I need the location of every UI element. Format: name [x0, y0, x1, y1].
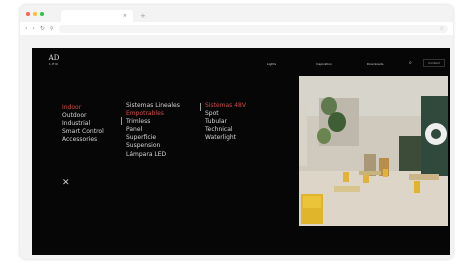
browser-window: × + ‹ › ↻ ⚲ ☆ AD LED Lights Inspiration …: [20, 5, 453, 259]
back-icon[interactable]: ‹: [25, 25, 27, 32]
menu-item-smart-control[interactable]: Smart Control: [62, 128, 104, 136]
contact-button-label: Contact: [428, 61, 440, 65]
hero-image-illustration: [299, 76, 448, 226]
logo-sub: LED: [49, 62, 59, 66]
search-icon: ⚲: [49, 25, 54, 32]
menu-item-tubular[interactable]: Tubular: [205, 118, 246, 126]
reload-icon[interactable]: ↻: [40, 25, 45, 32]
browser-titlebar: × +: [20, 5, 453, 22]
menu-column-categories: Indoor Outdoor Industrial Smart Control …: [62, 104, 104, 144]
menu-item-spot[interactable]: Spot: [205, 110, 246, 118]
topnav-downloads[interactable]: Downloads: [367, 62, 383, 66]
maximize-window-dot[interactable]: [40, 11, 44, 16]
close-window-dot[interactable]: [26, 11, 30, 16]
hero-image: [299, 76, 448, 226]
menu-item-lampara-led[interactable]: Lámpara LED: [126, 151, 180, 159]
menu-item-sistemas-lineales[interactable]: Sistemas Lineales: [126, 102, 180, 110]
forward-icon[interactable]: ›: [32, 25, 34, 32]
tab-close-icon[interactable]: ×: [123, 13, 127, 19]
logo-main: AD: [48, 54, 60, 62]
new-tab-icon[interactable]: +: [140, 12, 146, 20]
address-bar[interactable]: ☆: [58, 24, 448, 33]
menu-item-suspension[interactable]: Suspension: [126, 142, 180, 150]
menu-item-trimless[interactable]: Trimless: [126, 118, 180, 126]
close-menu-icon[interactable]: ✕: [62, 178, 70, 188]
menu-item-outdoor[interactable]: Outdoor: [62, 112, 104, 120]
menu-item-technical[interactable]: Technical: [205, 126, 246, 134]
website-menu-overlay: AD LED Lights Inspiration Downloads ⌕ Co…: [32, 48, 450, 255]
minimize-window-dot[interactable]: [33, 11, 37, 16]
menu-item-accessories[interactable]: Accessories: [62, 136, 104, 144]
site-logo[interactable]: AD LED: [48, 55, 60, 67]
menu-item-empotrables[interactable]: Empotrables: [126, 110, 180, 118]
browser-tab[interactable]: ×: [61, 10, 133, 22]
menu-item-waterlight[interactable]: Waterlight: [205, 134, 246, 142]
menu-column-subfamilies: Sistemas 48V Spot Tubular Technical Wate…: [205, 102, 246, 142]
menu-item-sistemas-48v[interactable]: Sistemas 48V: [205, 102, 246, 110]
search-icon[interactable]: ⌕: [409, 60, 412, 66]
browser-navbar: ‹ › ↻ ⚲ ☆: [20, 22, 453, 35]
contact-button[interactable]: Contact: [423, 59, 445, 67]
menu-column-families: Sistemas Lineales Empotrables Trimless P…: [126, 102, 180, 159]
menu-divider: [121, 117, 122, 125]
menu-item-indoor[interactable]: Indoor: [62, 104, 104, 112]
menu-item-industrial[interactable]: Industrial: [62, 120, 104, 128]
topnav-lights[interactable]: Lights: [267, 62, 276, 66]
topnav-inspiration[interactable]: Inspiration: [316, 62, 332, 66]
menu-divider: [200, 103, 201, 111]
menu-item-superficie[interactable]: Superficie: [126, 134, 180, 142]
bookmark-star-icon[interactable]: ☆: [440, 26, 444, 32]
menu-item-panel[interactable]: Panel: [126, 126, 180, 134]
